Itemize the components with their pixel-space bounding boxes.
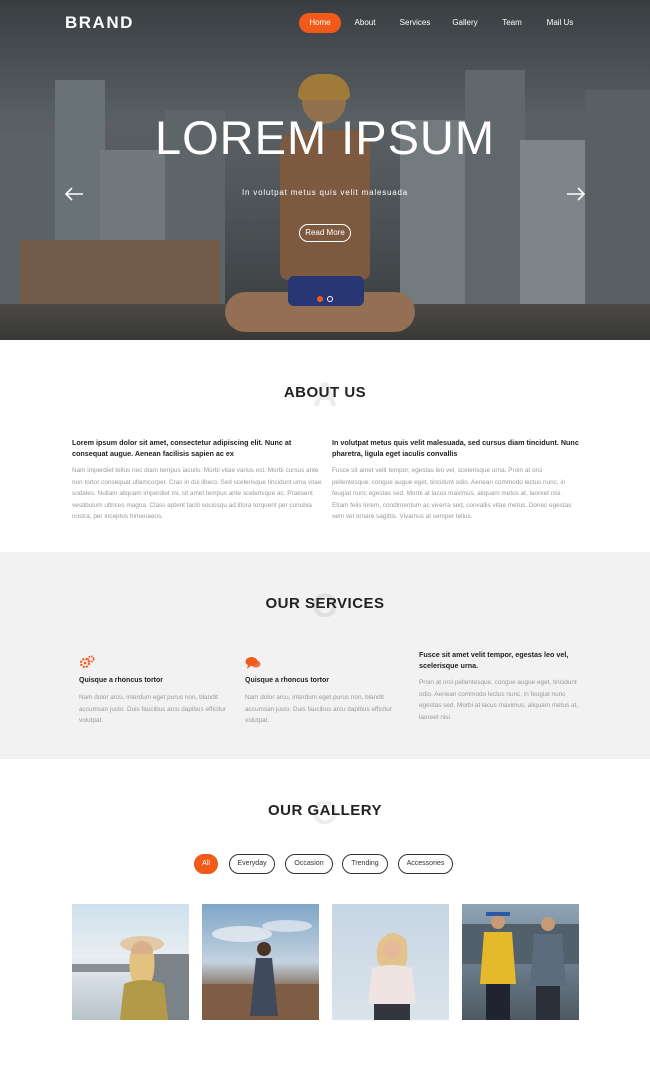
filter-occasion[interactable]: Occasion bbox=[285, 854, 333, 874]
hero-banner: BRAND Home About Services Gallery Team M… bbox=[0, 0, 650, 340]
filter-accessories[interactable]: Accessories bbox=[398, 854, 453, 874]
about-right-body: Fusce sit amet velit tempor, egestas leo… bbox=[332, 467, 572, 520]
gallery-photo[interactable] bbox=[202, 904, 319, 1020]
hero-subtitle: In volutpat metus quis velit malesuada bbox=[241, 188, 409, 197]
gallery-photo[interactable] bbox=[332, 904, 449, 1020]
chat-bubbles-icon bbox=[245, 657, 261, 669]
top-navbar: BRAND Home About Services Gallery Team M… bbox=[0, 0, 650, 46]
nav-item-about[interactable]: About bbox=[349, 13, 381, 33]
hero-overlay bbox=[0, 0, 650, 340]
hero-title: LOREM IPSUM bbox=[154, 111, 496, 164]
about-title: ABOUT US bbox=[283, 384, 367, 401]
about-right-heading: In volutpat metus quis velit malesuada, … bbox=[332, 438, 579, 458]
arrow-left-icon[interactable] bbox=[63, 183, 85, 205]
arrow-right-icon[interactable] bbox=[565, 183, 587, 205]
service-title: Quisque a rhoncus tortor bbox=[79, 677, 164, 684]
woman-dress-photo bbox=[202, 920, 319, 1020]
gears-icon bbox=[79, 655, 95, 669]
nav-item-services[interactable]: Services bbox=[395, 13, 435, 33]
filter-all[interactable]: All bbox=[194, 854, 218, 874]
about-left-heading: Lorem ipsum dolor sit amet, consectetur … bbox=[72, 438, 292, 458]
men-suits-photo bbox=[462, 912, 579, 1020]
gallery-photo[interactable] bbox=[462, 904, 579, 1020]
woman-blonde-photo bbox=[368, 932, 416, 1020]
gallery-title: OUR GALLERY bbox=[267, 802, 383, 819]
nav-item-gallery[interactable]: Gallery bbox=[448, 13, 482, 33]
filter-trending[interactable]: Trending bbox=[342, 854, 388, 874]
gallery-photo[interactable] bbox=[72, 904, 189, 1020]
service-feature-heading: Fusce sit amet velit tempor, egestas leo… bbox=[419, 650, 569, 670]
nav-item-team[interactable]: Team bbox=[497, 13, 527, 33]
service-body: Nam dolor arcu, interdum eget purus non,… bbox=[245, 694, 392, 724]
slider-dot-active[interactable] bbox=[317, 296, 323, 302]
service-feature-body: Proin at orci pellentesque, congue augue… bbox=[419, 679, 579, 721]
read-more-button[interactable]: Read More bbox=[299, 224, 351, 242]
nav-item-home[interactable]: Home bbox=[299, 13, 341, 33]
slider-dot[interactable] bbox=[327, 296, 333, 302]
filter-everyday[interactable]: Everyday bbox=[229, 854, 275, 874]
woman-hat-photo bbox=[72, 936, 189, 1020]
about-left-body: Nam imperdiet tellus nec diam tempus iac… bbox=[72, 467, 322, 520]
nav-item-mail-us[interactable]: Mail Us bbox=[542, 13, 578, 33]
service-title: Quisque a rhoncus tortor bbox=[245, 677, 330, 684]
services-title: OUR SERVICES bbox=[265, 595, 385, 612]
brand-logo[interactable]: BRAND bbox=[65, 13, 134, 33]
service-body: Nam dolor arcu, interdum eget purus non,… bbox=[79, 694, 226, 724]
